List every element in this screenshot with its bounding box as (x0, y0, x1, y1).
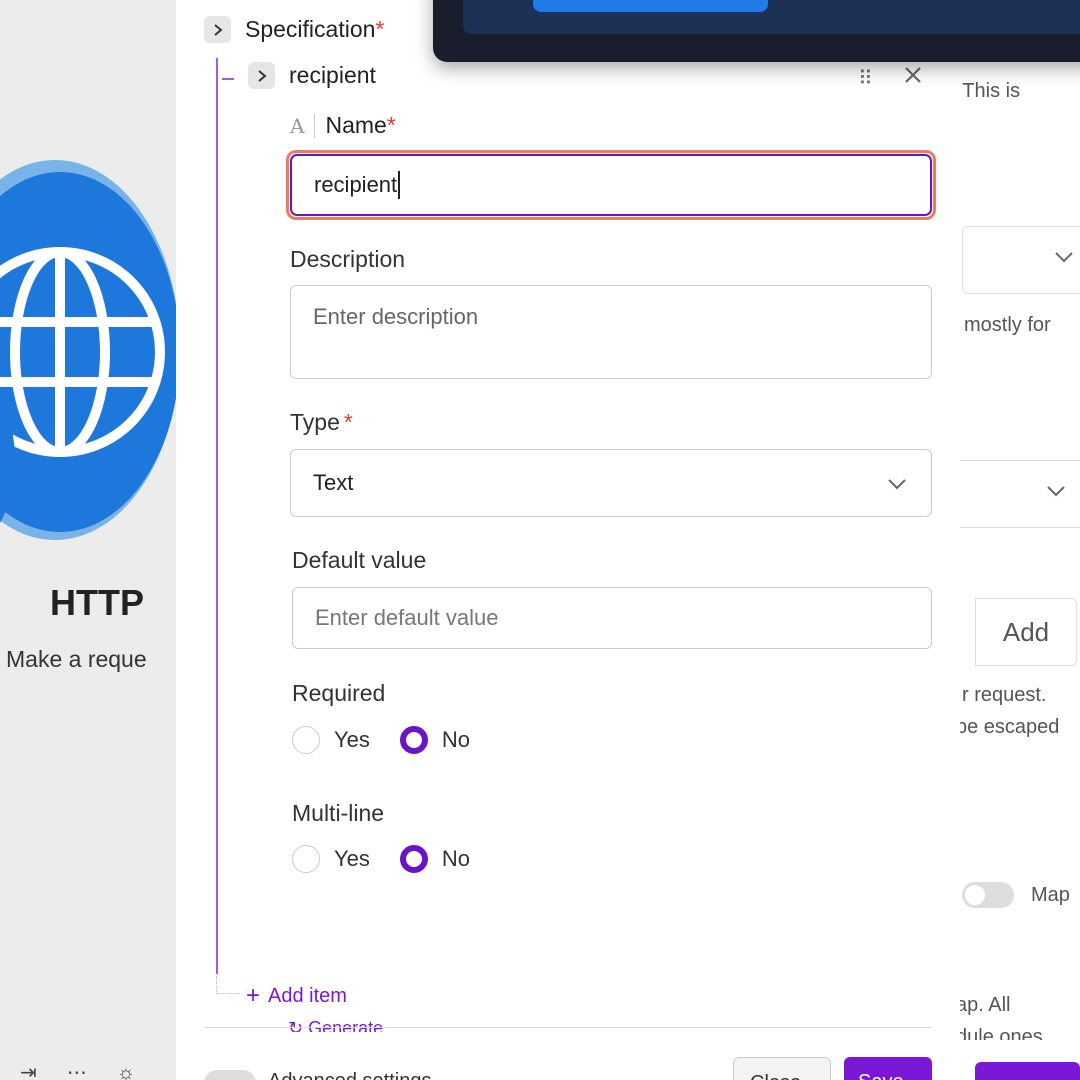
description-textarea[interactable]: Enter description (290, 285, 932, 379)
canvas-toolbar: ⇥⋯☼ (20, 1060, 165, 1080)
module-subtitle: Make a reque (6, 646, 147, 672)
specification-header[interactable]: Specification* (204, 16, 384, 43)
specification-label: Specification* (245, 16, 385, 42)
type-select-value: Text (313, 470, 354, 495)
globe-icon (0, 172, 180, 532)
add-item-button[interactable]: + Add item (246, 982, 347, 1010)
http-module-icon[interactable] (0, 160, 180, 550)
default-value-input[interactable]: Enter default value (292, 587, 932, 649)
name-label: Name* (325, 112, 396, 138)
item-header[interactable]: recipient (248, 62, 376, 89)
chevron-right-icon[interactable] (248, 62, 275, 89)
tree-branch (222, 78, 234, 80)
advanced-settings-label: Advanced settings (268, 1070, 431, 1080)
type-select[interactable]: Text (290, 449, 932, 517)
separator (314, 113, 316, 138)
close-icon[interactable] (904, 64, 922, 90)
help-text: r request. (962, 684, 1047, 706)
required-yes-label[interactable]: Yes (334, 727, 370, 753)
dark-popover (433, 0, 1080, 62)
redirect-icon[interactable]: ⇥ (20, 1062, 67, 1080)
chevron-down-icon (1054, 247, 1074, 268)
generate-icon: ↻ (288, 1018, 309, 1032)
required-asterisk: * (375, 16, 385, 42)
multiline-no-radio[interactable] (399, 845, 428, 873)
required-asterisk: * (343, 409, 353, 435)
description-label: Description (290, 246, 406, 272)
name-input[interactable]: recipient (286, 150, 936, 220)
more-icon[interactable]: ⋯ (67, 1062, 117, 1080)
module-settings-panel: t. This is mostly for r request. be esca… (940, 0, 1080, 1080)
name-input-value: recipient (314, 172, 398, 197)
chevron-right-icon[interactable] (204, 16, 231, 43)
text-type-icon: A (290, 113, 305, 138)
required-yes-radio[interactable] (292, 726, 320, 754)
chevron-down-icon (887, 470, 907, 496)
help-text: ap. All (956, 994, 1011, 1016)
tree-line (216, 58, 218, 974)
type-label: Type * (290, 409, 353, 435)
plus-icon: + (246, 982, 261, 1009)
drag-handle-icon[interactable]: ⠿ (858, 66, 873, 91)
required-no-radio[interactable] (399, 726, 428, 754)
generate-button[interactable]: ↻ Generate (288, 1018, 383, 1032)
popover-button[interactable] (533, 0, 768, 12)
advanced-settings-toggle[interactable] (204, 1070, 256, 1080)
required-asterisk: * (386, 112, 396, 138)
save-button[interactable]: Save (844, 1057, 932, 1080)
text-caret (398, 171, 401, 199)
multiline-no-label[interactable]: No (442, 846, 470, 872)
add-button[interactable]: Add (975, 598, 1077, 666)
name-input-field[interactable]: recipient (290, 154, 932, 216)
module-title: HTTP (50, 582, 144, 623)
required-no-label[interactable]: No (442, 727, 470, 753)
default-value-label: Default value (292, 547, 427, 573)
tree-end (216, 976, 240, 994)
name-label-row: A Name* (290, 112, 396, 139)
globe-lines (0, 247, 165, 457)
popover-content (463, 0, 1080, 34)
scenario-canvas: HTTP Make a reque ⇥⋯☼ (0, 0, 180, 1080)
multiline-yes-radio[interactable] (292, 845, 320, 873)
required-label: Required (292, 680, 386, 706)
close-button[interactable]: Close (733, 1057, 831, 1080)
multiline-label: Multi-line (292, 800, 385, 826)
required-radio-group: Yes No (292, 726, 500, 754)
multiline-yes-label[interactable]: Yes (334, 846, 370, 872)
multiline-radio-group: Yes No (292, 845, 500, 873)
help-text: be escaped (956, 716, 1060, 738)
help-text: mostly for (964, 314, 1051, 336)
background-select[interactable] (954, 460, 1080, 528)
help-text: dule ones (956, 1026, 1043, 1040)
add-item-label: Add item (268, 984, 347, 1007)
chevron-down-icon (1046, 481, 1066, 502)
background-select[interactable] (962, 226, 1080, 294)
map-toggle[interactable] (962, 882, 1014, 908)
item-name: recipient (289, 62, 376, 88)
map-label: Map (1031, 884, 1070, 906)
background-ok-button[interactable] (975, 1062, 1080, 1080)
bulb-icon[interactable]: ☼ (117, 1062, 165, 1080)
footer-divider (204, 1027, 932, 1028)
